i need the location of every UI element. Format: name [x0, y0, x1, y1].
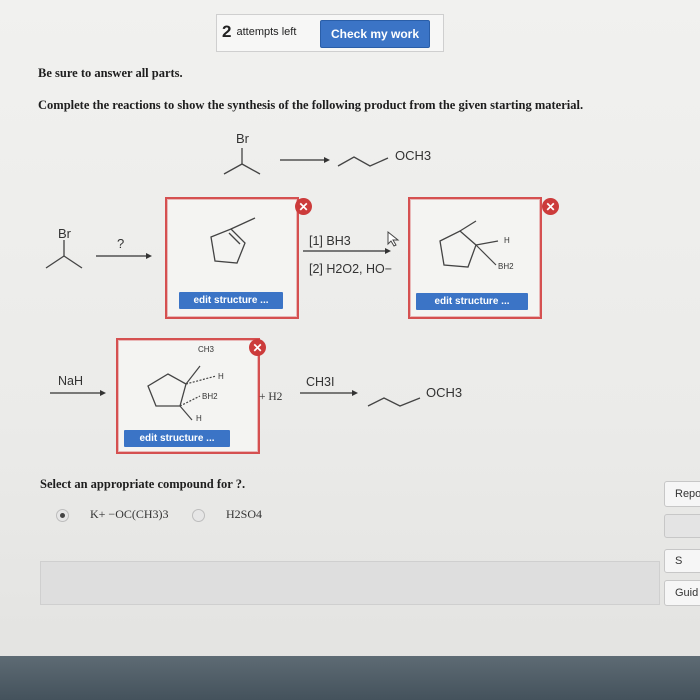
cyclopentene-structure	[210, 217, 256, 264]
double-bond	[228, 232, 241, 245]
step2-h-bottom-label: H	[196, 414, 202, 423]
hash-bond	[185, 375, 217, 385]
step2-close-icon[interactable]: ✕	[249, 339, 266, 356]
step2-product-och3-label: OCH3	[426, 385, 463, 400]
borane-intermediate-structure	[439, 220, 499, 268]
bond	[45, 255, 65, 269]
bond	[63, 255, 83, 269]
step1-product-edit-structure-button[interactable]: edit structure ...	[416, 293, 528, 310]
step1-close-icon[interactable]: ✕	[295, 198, 312, 215]
step1-product-box[interactable]: H BH2 edit structure ...	[408, 197, 542, 319]
propyl-chain	[337, 156, 389, 167]
methyl-bond	[230, 217, 256, 230]
report-button[interactable]: Repo	[664, 481, 700, 507]
save-button[interactable]: S	[664, 549, 700, 573]
option1-label[interactable]: K+ −OC(CH3)3	[90, 507, 169, 522]
step1-reagent-arrow	[303, 248, 391, 254]
monitor-bezel	[0, 656, 700, 700]
step2-arrow-left	[50, 390, 106, 396]
hash-bond	[179, 395, 201, 407]
ring	[147, 373, 187, 407]
step1-edit-structure-button[interactable]: edit structure ...	[179, 292, 283, 309]
step2-reagent-nah: NaH	[58, 374, 84, 388]
option2-radio[interactable]	[192, 509, 205, 522]
step2-intermediate-structure	[147, 365, 217, 421]
methyl-bond	[459, 220, 477, 232]
instruction-line-2: Complete the reactions to show the synth…	[38, 98, 584, 112]
question-prompt: Select an appropriate compound for ?.	[40, 477, 246, 491]
overall-product-och3-label: OCH3	[395, 148, 432, 163]
step2-structure-box[interactable]: CH3 H BH2 H edit structure ...	[116, 338, 260, 454]
answer-feedback-bar	[40, 561, 660, 605]
mouse-cursor-icon	[387, 230, 400, 247]
option2-label[interactable]: H2SO4	[226, 507, 262, 522]
step1-product-close-icon[interactable]: ✕	[542, 198, 559, 215]
step2-h-top-label: H	[218, 372, 224, 381]
step2-ch3-label: CH3	[198, 345, 215, 354]
h-bond	[475, 240, 499, 246]
step1-product-h-label: H	[504, 236, 510, 245]
step1-unknown-reagent: ?	[117, 236, 125, 251]
step1-structure-box[interactable]: edit structure ...	[165, 197, 299, 319]
attempts-indicator: 2 attempts left	[222, 20, 296, 44]
step1-product-bh2-label: BH2	[498, 262, 514, 271]
arrow-head	[324, 157, 330, 163]
propyl-chain	[367, 397, 421, 407]
side-button-blank[interactable]	[664, 514, 700, 538]
bh2-bond	[475, 244, 497, 266]
instruction-line-1: Be sure to answer all parts.	[38, 66, 183, 80]
step1-reagent-line2: [2] H2O2, HO−	[309, 262, 393, 276]
step2-plus-h2: + H2	[259, 391, 283, 403]
bond	[223, 163, 243, 175]
option1-radio[interactable]	[56, 509, 69, 522]
check-my-work-button[interactable]: Check my work	[320, 20, 430, 48]
bond	[241, 163, 261, 175]
arrow-head	[352, 390, 358, 396]
attempts-count: 2	[222, 22, 232, 41]
step2-arrow-right	[300, 390, 358, 396]
step1-start-diagram	[45, 240, 152, 269]
step2-edit-structure-button[interactable]: edit structure ...	[124, 430, 230, 447]
attempts-label: attempts left	[236, 26, 297, 38]
step2-bh2-label: BH2	[202, 392, 218, 401]
h-bond	[179, 405, 193, 421]
guide-button[interactable]: Guid	[664, 580, 700, 606]
arrow-head	[146, 253, 152, 259]
step2-reagent-ch3i: CH3I	[306, 375, 335, 389]
radio-selected-dot	[60, 513, 65, 518]
ring	[210, 228, 246, 264]
arrow-head	[100, 390, 106, 396]
assignment-page: 2 attempts left Check my work Be sure to…	[0, 0, 700, 700]
arrow-head	[385, 248, 391, 254]
ring	[439, 230, 477, 268]
